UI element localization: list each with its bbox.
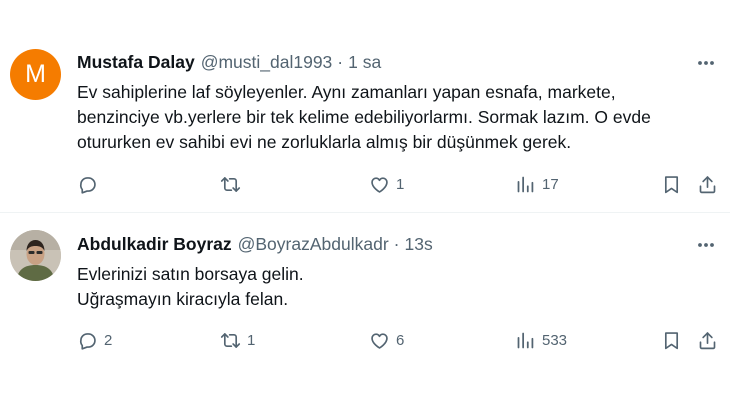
- views-count: 533: [542, 331, 568, 349]
- tweet-text-line: otururken ev sahibi evi ne zorluklarla a…: [77, 132, 572, 152]
- tweet-text: Evlerinizi satın borsaya gelin. Uğraşmay…: [77, 262, 717, 312]
- action-bar: 2 1 6 533: [0, 327, 730, 353]
- like-icon: [371, 176, 388, 193]
- reply-button[interactable]: [77, 171, 104, 197]
- reply-icon: [79, 176, 96, 194]
- more-icon: [698, 61, 714, 65]
- views-icon: [517, 176, 534, 192]
- username[interactable]: @BoyrazAbdulkadr: [238, 234, 389, 255]
- more-options-button[interactable]: [694, 54, 718, 72]
- more-icon: [698, 243, 714, 247]
- views-button[interactable]: 533: [515, 327, 567, 353]
- separator-dot: ·: [393, 233, 400, 254]
- bookmark-icon: [664, 175, 679, 193]
- tweet[interactable]: Abdulkadir Boyraz @BoyrazAbdulkadr · 13s…: [0, 213, 730, 420]
- reply-count: 2: [104, 331, 113, 349]
- reply-button[interactable]: 2: [77, 327, 112, 353]
- retweet-button[interactable]: 1: [220, 327, 255, 353]
- action-bar: 1 17: [0, 171, 730, 197]
- share-button[interactable]: [697, 327, 718, 353]
- views-icon: [517, 332, 534, 348]
- retweet-icon: [220, 332, 241, 348]
- avatar-letter: M: [25, 60, 46, 88]
- share-icon: [699, 331, 716, 349]
- tweet-header: Abdulkadir Boyraz @BoyrazAbdulkadr · 13s: [77, 233, 433, 255]
- retweet-count: 1: [247, 331, 256, 349]
- retweet-icon: [220, 176, 241, 192]
- share-icon: [699, 175, 716, 193]
- tweet-text-line: Ev sahiplerine laf söyleyenler. Aynı zam…: [77, 82, 616, 102]
- tweet-text-line: benzinciye vb.yerlere bir tek kelime ede…: [77, 107, 651, 127]
- like-button[interactable]: 6: [369, 327, 404, 353]
- like-count: 6: [396, 331, 405, 349]
- tweet[interactable]: M Mustafa Dalay @musti_dal1993 · 1 sa Ev…: [0, 0, 730, 213]
- avatar[interactable]: [10, 230, 61, 281]
- tweet-text: Ev sahiplerine laf söyleyenler. Aynı zam…: [77, 80, 717, 155]
- timestamp[interactable]: 13s: [405, 234, 433, 255]
- bookmark-button[interactable]: [661, 171, 682, 197]
- like-icon: [371, 332, 388, 349]
- display-name[interactable]: Mustafa Dalay: [77, 52, 195, 73]
- retweet-button[interactable]: [220, 171, 247, 197]
- username[interactable]: @musti_dal1993: [201, 52, 333, 73]
- more-options-button[interactable]: [694, 236, 718, 254]
- like-button[interactable]: 1: [369, 171, 404, 197]
- share-button[interactable]: [697, 171, 718, 197]
- tweet-text-line: Evlerinizi satın borsaya gelin.: [77, 264, 304, 284]
- like-count: 1: [396, 175, 405, 193]
- separator-dot: ·: [337, 51, 344, 72]
- views-button[interactable]: 17: [515, 171, 559, 197]
- tweet-text-line: Uğraşmayın kiracıyla felan.: [77, 289, 289, 309]
- tweet-header: Mustafa Dalay @musti_dal1993 · 1 sa: [77, 51, 381, 73]
- bookmark-icon: [664, 331, 679, 349]
- bookmark-button[interactable]: [661, 327, 682, 353]
- display-name[interactable]: Abdulkadir Boyraz: [77, 234, 232, 255]
- views-count: 17: [542, 175, 559, 193]
- profile-photo: [10, 230, 61, 281]
- avatar[interactable]: M: [10, 49, 61, 100]
- timestamp[interactable]: 1 sa: [348, 52, 381, 73]
- reply-icon: [79, 332, 96, 350]
